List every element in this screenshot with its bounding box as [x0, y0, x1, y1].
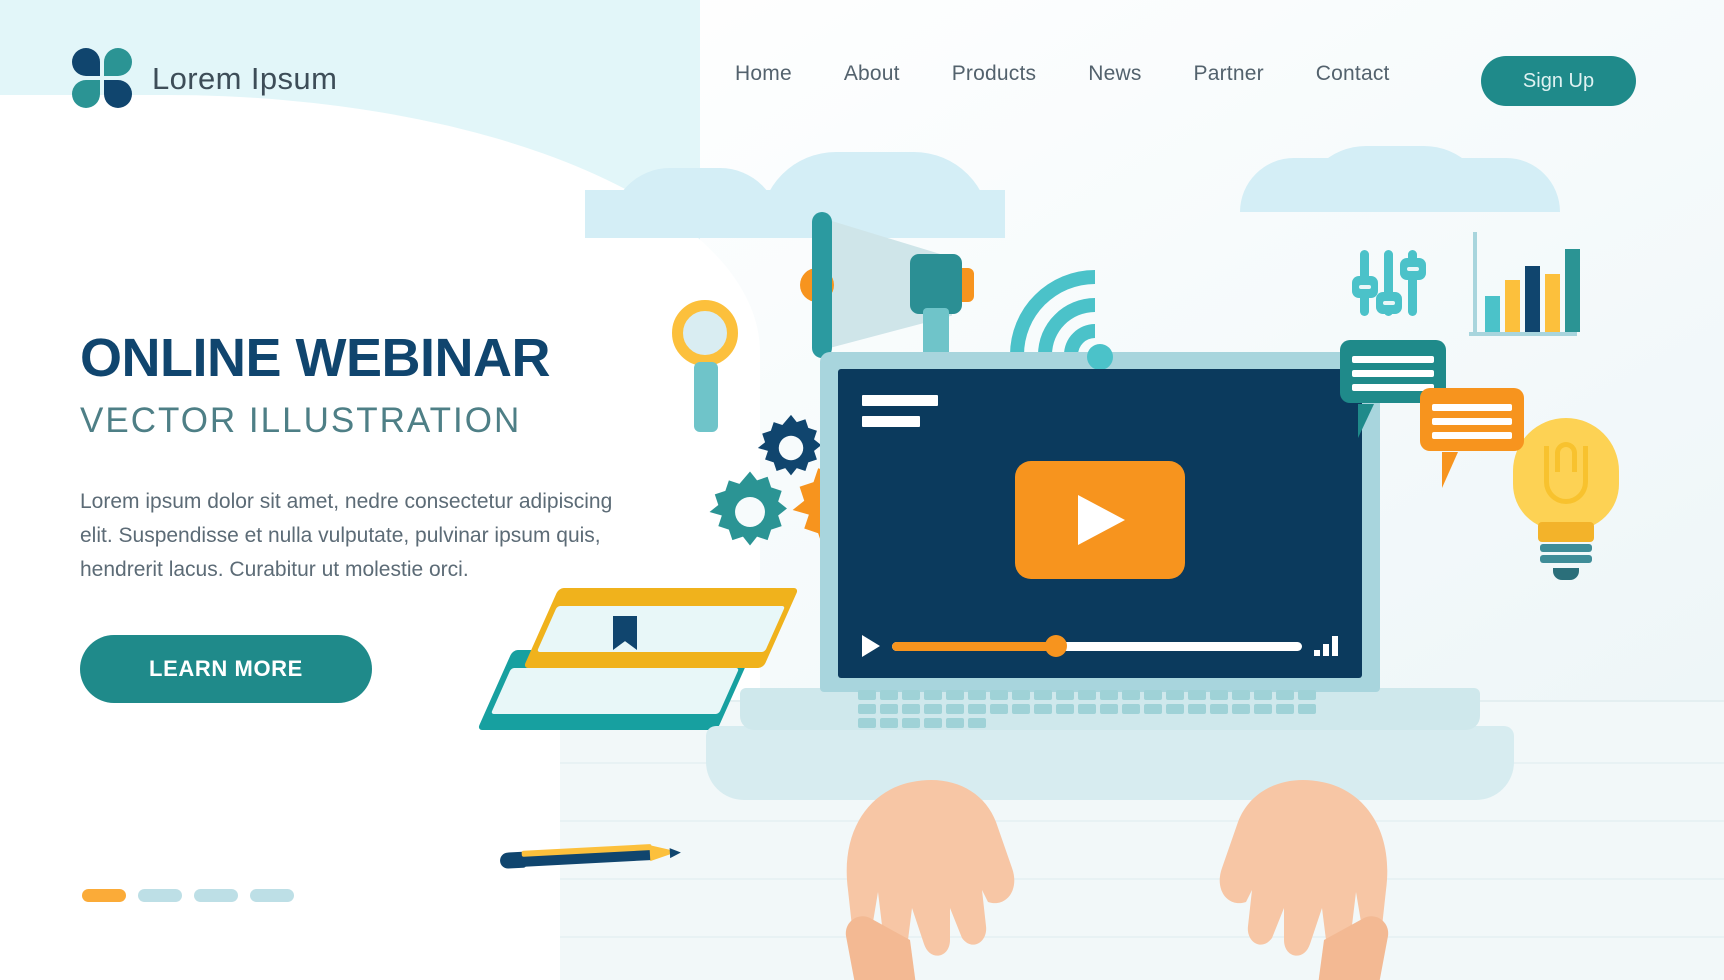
lightbulb-icon: [1513, 418, 1619, 580]
carousel-dot-4[interactable]: [250, 889, 294, 902]
webcam-icon: [1087, 344, 1113, 370]
carousel-dot-1[interactable]: [82, 889, 126, 902]
play-icon: [1078, 495, 1125, 545]
nav-item-products[interactable]: Products: [952, 62, 1036, 86]
chat-bubble-icon: [1420, 388, 1524, 488]
video-play-button[interactable]: [1015, 461, 1185, 579]
page-subtitle: VECTOR ILLUSTRATION: [80, 400, 522, 440]
site-header: Lorem Ipsum Home About Products News Par…: [0, 0, 1724, 155]
carousel-indicators: [82, 889, 294, 902]
nav-item-partner[interactable]: Partner: [1194, 62, 1264, 86]
carousel-dot-3[interactable]: [194, 889, 238, 902]
nav-item-contact[interactable]: Contact: [1316, 62, 1390, 86]
gear-icon: [706, 468, 794, 561]
nav-item-news[interactable]: News: [1088, 62, 1141, 86]
page-title: ONLINE WEBINAR: [80, 328, 550, 388]
main-navigation: Home About Products News Partner Contact: [735, 62, 1390, 86]
page-canvas: Lorem Ipsum Home About Products News Par…: [0, 0, 1724, 980]
screen-text-line: [862, 395, 938, 406]
learn-more-button[interactable]: LEARN MORE: [80, 634, 372, 703]
hero-body-text: Lorem ipsum dolor sit amet, nedre consec…: [80, 489, 613, 581]
video-player[interactable]: [838, 369, 1362, 678]
screen-text-line: [862, 416, 920, 427]
megaphone-icon: [800, 212, 990, 380]
sliders-icon: [1350, 250, 1430, 320]
brand[interactable]: Lorem Ipsum: [72, 48, 337, 110]
nav-item-home[interactable]: Home: [735, 62, 792, 86]
magnifier-icon: [672, 300, 746, 436]
hands-typing-icon: [1130, 640, 1430, 980]
bar-chart-icon: [1469, 232, 1583, 338]
hero-section: ONLINE WEBINAR VECTOR ILLUSTRATION Lorem…: [80, 330, 640, 703]
brand-name: Lorem Ipsum: [152, 61, 338, 96]
carousel-dot-2[interactable]: [138, 889, 182, 902]
hands-typing-icon: [800, 640, 1060, 980]
chart-bars: [1485, 238, 1580, 332]
nav-item-about[interactable]: About: [844, 62, 900, 86]
four-petal-logo-icon: [72, 48, 134, 110]
sign-up-button[interactable]: Sign Up: [1481, 56, 1636, 106]
